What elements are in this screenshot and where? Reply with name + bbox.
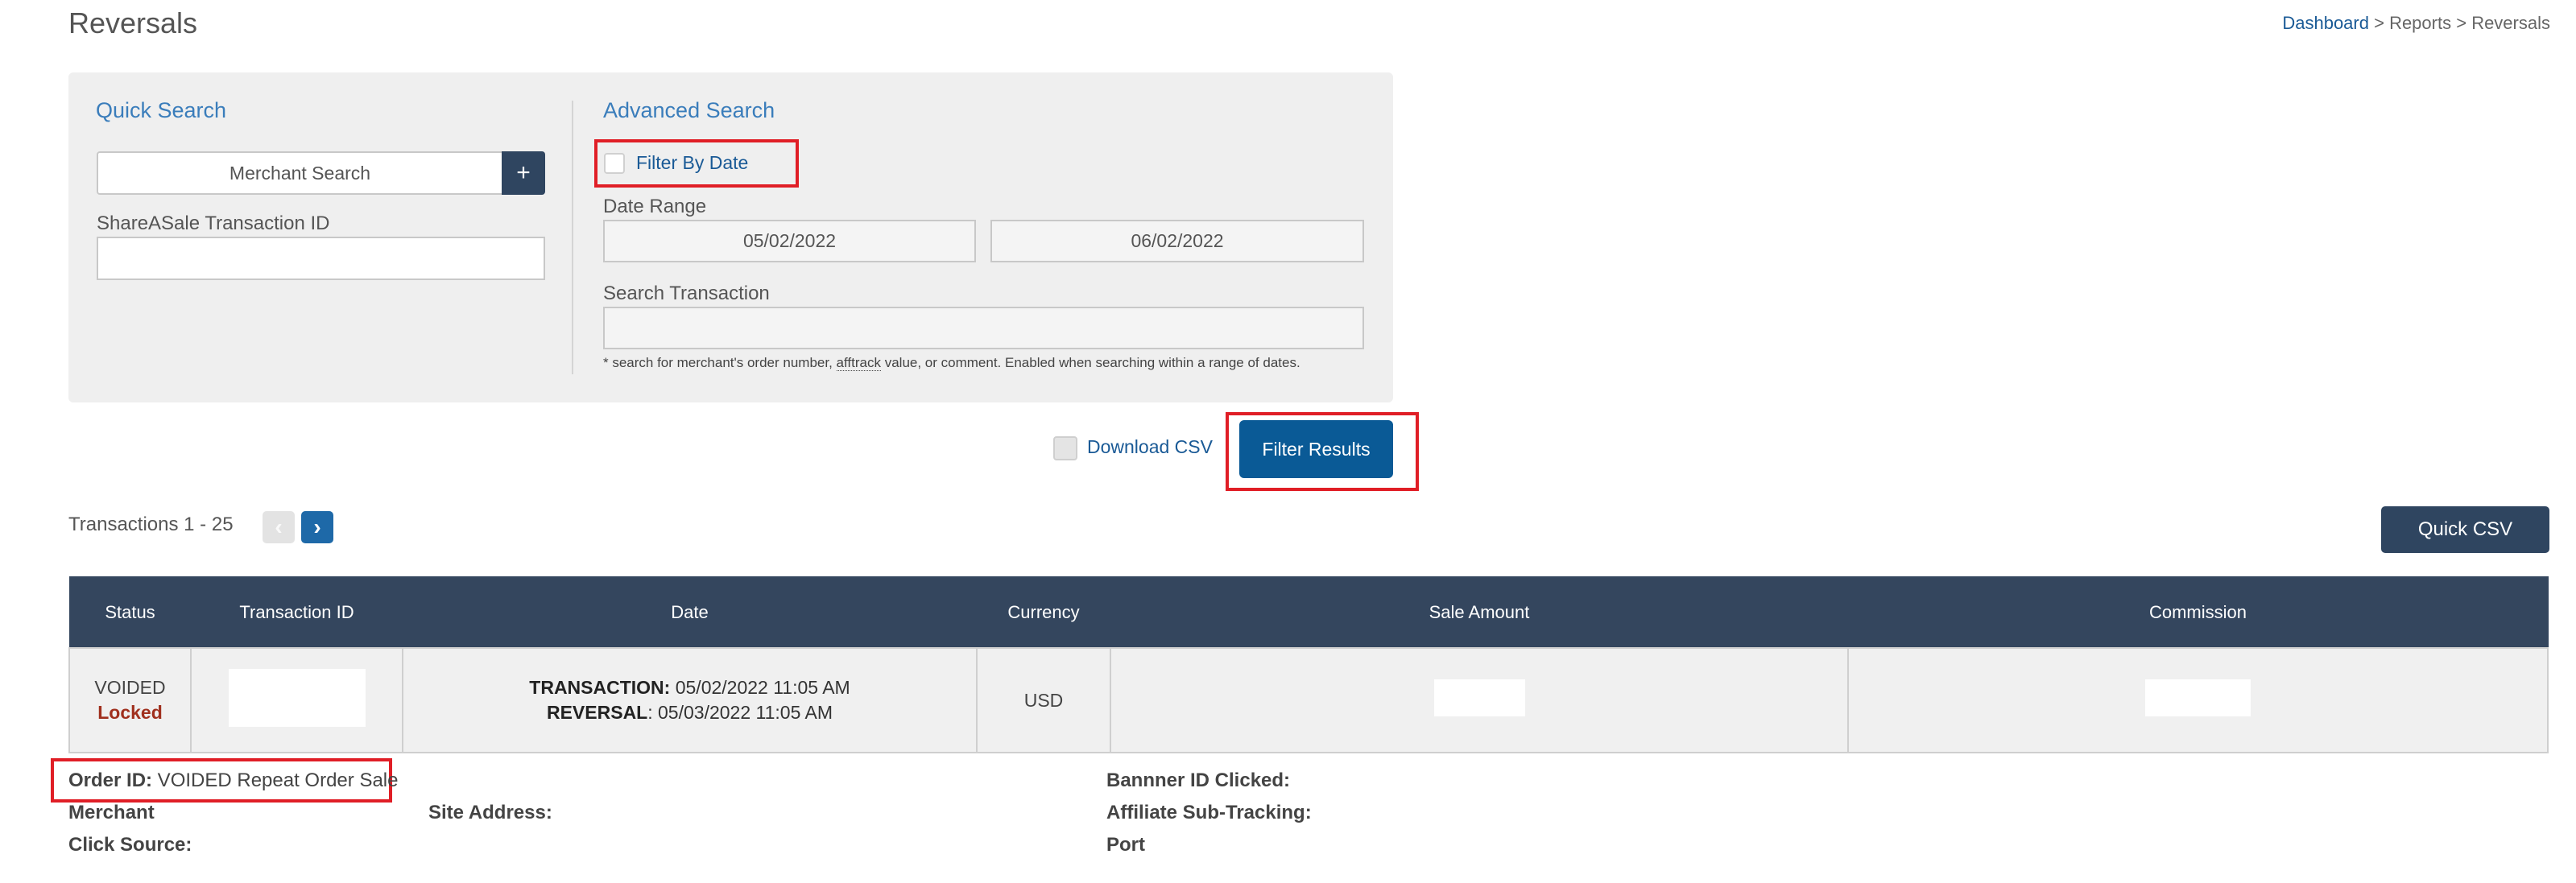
breadcrumb-current: Reversals (2471, 13, 2550, 33)
status-cell: VOIDED Locked (68, 647, 192, 753)
chevron-left-icon: ‹ (275, 514, 283, 539)
quick-csv-button[interactable]: Quick CSV (2381, 506, 2549, 553)
order-id-value: VOIDED Repeat Order Sale (152, 770, 399, 791)
transaction-id-cell (190, 647, 403, 753)
column-header-transaction-id[interactable]: Transaction ID (190, 576, 403, 649)
currency-cell: USD (976, 647, 1111, 753)
column-header-commission[interactable]: Commission (1847, 576, 2549, 649)
transactions-summary: Transactions 1 - 25 (68, 514, 234, 535)
order-id-label: Order ID: (68, 770, 153, 791)
transaction-id-value[interactable] (228, 669, 366, 727)
next-page-button[interactable]: › (301, 511, 333, 543)
search-hint-text: * search for merchant's order number, (603, 355, 837, 370)
sale-amount-cell (1110, 647, 1849, 753)
transaction-date-label: TRANSACTION: (529, 677, 671, 698)
merchant-search-input[interactable]: Merchant Search (97, 151, 503, 195)
sale-amount-value (1433, 679, 1525, 716)
column-header-date[interactable]: Date (402, 576, 978, 649)
merchant-search-placeholder: Merchant Search (229, 163, 371, 184)
filter-results-button[interactable]: Filter Results (1239, 420, 1393, 478)
filter-by-date-label[interactable]: Filter By Date (636, 152, 748, 174)
reversal-date-label: REVERSAL (546, 702, 648, 723)
panel-divider (572, 101, 573, 374)
previous-page-button[interactable]: ‹ (263, 511, 295, 543)
site-address-label: Site Address: (428, 802, 552, 823)
date-cell: TRANSACTION: 05/02/2022 11:05 AM REVERSA… (402, 647, 978, 753)
search-hint: * search for merchant's order number, af… (603, 355, 1300, 371)
reversal-date-value: : 05/03/2022 11:05 AM (647, 702, 833, 723)
commission-cell (1847, 647, 2549, 753)
page-title: Reversals (68, 6, 198, 39)
affiliate-subtracking-label: Affiliate Sub-Tracking: (1106, 802, 1312, 823)
transaction-date-value: 05/02/2022 11:05 AM (670, 677, 850, 698)
click-source-label: Click Source: (68, 834, 192, 856)
breadcrumb-reports: Reports (2389, 13, 2452, 33)
quick-search-title: Quick Search (96, 98, 227, 122)
download-csv-label[interactable]: Download CSV (1087, 436, 1213, 458)
table-row: VOIDED Locked TRANSACTION: 05/02/2022 11… (68, 647, 2549, 753)
advanced-search-title: Advanced Search (603, 98, 775, 122)
reversal-date-line: REVERSAL: 05/03/2022 11:05 AM (403, 700, 976, 725)
download-csv-checkbox[interactable] (1053, 436, 1077, 460)
breadcrumb-separator: > (2368, 13, 2390, 33)
banner-id-label: Bannner ID Clicked: (1106, 770, 1291, 791)
breadcrumb-separator: > (2451, 13, 2472, 33)
afftrack-term: afftrack (836, 355, 881, 371)
date-start-input[interactable]: 05/02/2022 (603, 220, 976, 262)
port-label: Port (1106, 834, 1145, 856)
filter-by-date-checkbox[interactable] (604, 153, 625, 174)
lock-status: Locked (97, 702, 163, 723)
transactions-table: Status Transaction ID Date Currency Sale… (68, 576, 2549, 753)
column-header-sale-amount[interactable]: Sale Amount (1110, 576, 1849, 649)
order-id-line: Order ID: VOIDED Repeat Order Sale (68, 770, 398, 792)
search-transaction-input[interactable] (603, 307, 1364, 349)
plus-icon: + (516, 159, 531, 186)
search-hint-text: value, or comment. Enabled when searchin… (880, 355, 1300, 370)
commission-value (2145, 679, 2251, 716)
search-transaction-label: Search Transaction (603, 283, 770, 304)
date-range-label: Date Range (603, 196, 707, 217)
add-merchant-button[interactable]: + (502, 151, 545, 195)
breadcrumb-dashboard-link[interactable]: Dashboard (2282, 13, 2369, 33)
table-header-row: Status Transaction ID Date Currency Sale… (68, 576, 2549, 649)
breadcrumb: Dashboard > Reports > Reversals (2282, 13, 2550, 34)
status-text: VOIDED (94, 677, 166, 698)
transaction-id-input[interactable] (97, 237, 545, 280)
transaction-date-line: TRANSACTION: 05/02/2022 11:05 AM (403, 675, 976, 700)
date-end-input[interactable]: 06/02/2022 (990, 220, 1364, 262)
merchant-label: Merchant (68, 802, 155, 823)
transaction-id-label: ShareASale Transaction ID (97, 212, 330, 234)
column-header-status[interactable]: Status (68, 576, 192, 649)
chevron-right-icon: › (313, 514, 321, 539)
column-header-currency[interactable]: Currency (976, 576, 1111, 649)
